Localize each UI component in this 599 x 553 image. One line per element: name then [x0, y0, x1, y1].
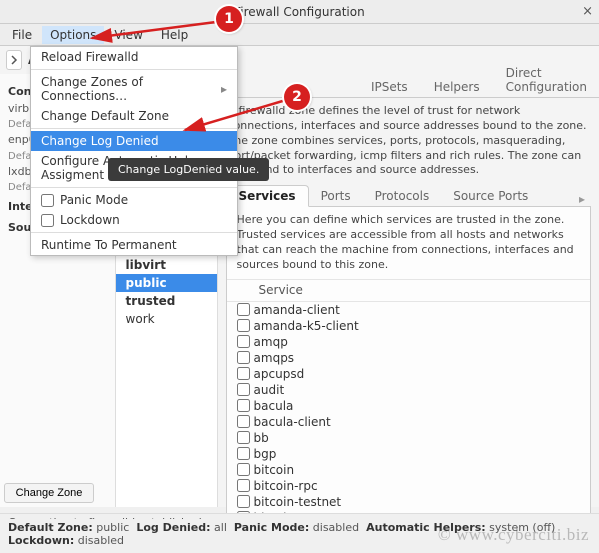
change-zone-button[interactable]: Change Zone [4, 483, 94, 503]
options-change-default-zone[interactable]: Change Default Zone [31, 106, 237, 126]
service-label: bacula [254, 399, 294, 413]
service-label: bgp [254, 447, 277, 461]
collapse-sidebar-button[interactable] [6, 50, 22, 70]
status-default-zone-v: public [96, 521, 129, 534]
zone-description: A firewalld zone defines the level of tr… [218, 98, 599, 184]
lockdown-checkbox[interactable] [41, 214, 54, 227]
status-panic-k: Panic Mode: [234, 521, 309, 534]
service-label: amanda-k5-client [254, 319, 359, 333]
window-title: Firewall Configuration [234, 5, 364, 19]
options-change-log-denied[interactable]: Change Log Denied [31, 131, 237, 151]
service-label: audit [254, 383, 285, 397]
service-checkbox[interactable] [237, 335, 250, 348]
options-runtime-permanent[interactable]: Runtime To Permanent [31, 235, 237, 255]
change-log-denied-tooltip: Change LogDenied value. [108, 158, 269, 181]
service-checkbox[interactable] [237, 463, 250, 476]
options-lockdown[interactable]: Lockdown [31, 210, 237, 230]
watermark: © www.cyberciti.biz [438, 525, 589, 545]
service-checkbox[interactable] [237, 479, 250, 492]
service-row[interactable]: bitcoin-testnet [227, 494, 590, 510]
service-label: bacula-client [254, 415, 331, 429]
panic-mode-label: Panic Mode [60, 193, 128, 207]
service-row[interactable]: bitcoin-rpc [227, 478, 590, 494]
service-checkbox[interactable] [237, 367, 250, 380]
services-header: Service [227, 280, 590, 302]
service-row[interactable]: bgp [227, 446, 590, 462]
service-checkbox[interactable] [237, 399, 250, 412]
annotation-step-1: 1 [216, 6, 242, 32]
options-change-zones-connections[interactable]: Change Zones of Connections… [31, 72, 237, 106]
service-row[interactable]: amqps [227, 350, 590, 366]
service-label: bitcoin-rpc [254, 479, 318, 493]
panic-mode-checkbox[interactable] [41, 194, 54, 207]
inner-tab-protocols[interactable]: Protocols [363, 186, 442, 206]
service-label: amanda-client [254, 303, 340, 317]
service-row[interactable]: amqp [227, 334, 590, 350]
services-pane: Here you can define which services are t… [226, 207, 591, 526]
config-tabs: Zones Services IPSets Helpers Direct Con… [218, 74, 599, 98]
zone-libvirt[interactable]: libvirt [116, 256, 217, 274]
service-checkbox[interactable] [237, 303, 250, 316]
service-checkbox[interactable] [237, 415, 250, 428]
service-checkbox[interactable] [237, 447, 250, 460]
status-log-denied-k: Log Denied: [136, 521, 210, 534]
status-lockdown-v: disabled [78, 534, 124, 547]
service-row[interactable]: bitcoin [227, 462, 590, 478]
tab-ipsets[interactable]: IPSets [359, 77, 420, 97]
service-checkbox[interactable] [237, 495, 250, 508]
menu-sep [31, 232, 237, 233]
service-label: bitcoin [254, 463, 295, 477]
menu-sep [31, 69, 237, 70]
status-log-denied-v: all [214, 521, 227, 534]
options-reload[interactable]: Reload Firewalld [31, 47, 237, 67]
annotation-step-2: 2 [284, 84, 310, 110]
service-checkbox[interactable] [237, 383, 250, 396]
service-label: bb [254, 431, 269, 445]
tab-direct[interactable]: Direct Configuration [494, 63, 599, 97]
services-header-label: Service [259, 283, 303, 297]
service-row[interactable]: amanda-k5-client [227, 318, 590, 334]
menu-sep [31, 128, 237, 129]
service-label: amqp [254, 335, 288, 349]
titlebar: Firewall Configuration × [0, 0, 599, 24]
status-lockdown-k: Lockdown: [8, 534, 74, 547]
menu-options[interactable]: Options [42, 26, 104, 44]
service-checkbox[interactable] [237, 319, 250, 332]
services-list[interactable]: amanda-client amanda-k5-client amqp amqps ap… [227, 302, 590, 526]
service-label: amqps [254, 351, 295, 365]
service-row[interactable]: audit [227, 382, 590, 398]
options-panic-mode[interactable]: Panic Mode [31, 190, 237, 210]
service-label: apcupsd [254, 367, 305, 381]
tab-helpers[interactable]: Helpers [422, 77, 492, 97]
inner-tab-ports[interactable]: Ports [309, 186, 363, 206]
zone-work[interactable]: work [116, 310, 217, 328]
service-row[interactable]: apcupsd [227, 366, 590, 382]
menu-sep [31, 187, 237, 188]
zone-trusted[interactable]: trusted [116, 292, 217, 310]
service-label: bitcoin-testnet [254, 495, 342, 509]
service-checkbox[interactable] [237, 431, 250, 444]
zone-inner-tabs: Services Ports Protocols Source Ports ▸ [226, 184, 591, 207]
main-panel: Zones Services IPSets Helpers Direct Con… [218, 74, 599, 507]
options-menu: Reload Firewalld Change Zones of Connect… [30, 46, 238, 256]
tabs-scroll-right-icon[interactable]: ▸ [573, 192, 591, 206]
service-row[interactable]: bb [227, 430, 590, 446]
window-close-icon[interactable]: × [582, 4, 593, 19]
menu-view[interactable]: View [106, 26, 150, 44]
service-row[interactable]: bacula-client [227, 414, 590, 430]
services-description: Here you can define which services are t… [227, 207, 590, 279]
service-row[interactable]: amanda-client [227, 302, 590, 318]
inner-tab-source-ports[interactable]: Source Ports [441, 186, 540, 206]
menubar: File Options View Help [0, 24, 599, 46]
menu-file[interactable]: File [4, 26, 40, 44]
service-row[interactable]: bacula [227, 398, 590, 414]
menu-help[interactable]: Help [153, 26, 196, 44]
service-checkbox[interactable] [237, 351, 250, 364]
status-panic-v: disabled [313, 521, 359, 534]
lockdown-label: Lockdown [60, 213, 120, 227]
status-default-zone-k: Default Zone: [8, 521, 93, 534]
zone-public[interactable]: public [116, 274, 217, 292]
